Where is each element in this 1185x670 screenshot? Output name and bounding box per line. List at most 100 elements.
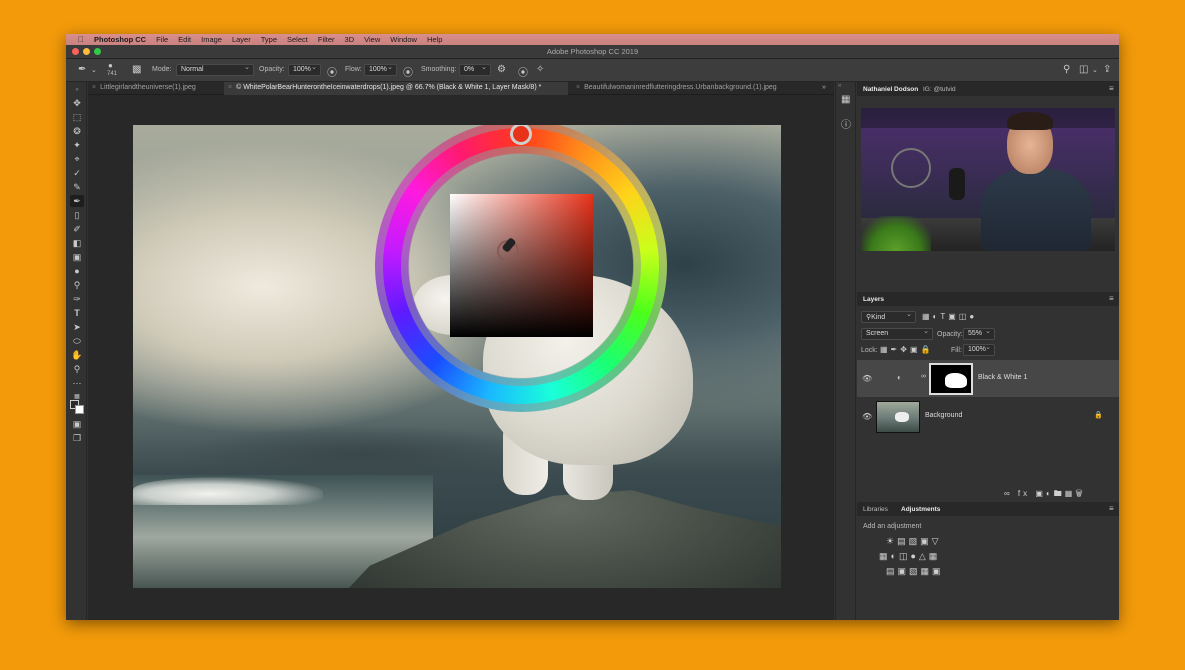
tab-layers[interactable]: Layers [863,296,884,303]
tab-adjustments[interactable]: Adjustments [901,506,940,513]
history-brush-tool-icon[interactable]: ✐ [70,223,84,235]
healing-brush-tool-icon[interactable]: ✎ [70,181,84,193]
panel-expand-icon[interactable]: « [838,83,841,89]
webcam-bicycle [891,148,931,188]
layer-mask-thumbnail[interactable] [929,363,973,395]
hand-tool-icon[interactable]: ✋ [70,349,84,361]
path-selection-tool-icon[interactable]: ➤ [70,321,84,333]
tab-littlegirl[interactable]: × Littlegirlandtheuniverse(1).jpeg [88,82,224,95]
background-color-swatch[interactable] [75,405,84,414]
tab-polar-bear[interactable]: × © WhitePolarBearHunterontheIceinwaterdr… [224,82,568,95]
close-tab-icon[interactable]: × [92,84,96,91]
layer-row-black-white[interactable]: 👁 ◐ ∞ Black & White 1 [857,360,1119,397]
quick-mask-icon[interactable]: ▣ [70,418,84,430]
tab-woman-red-dress[interactable]: × Beautifulwomaninredflutteringdress.Urba… [572,82,812,95]
menu-image[interactable]: Image [201,35,222,44]
close-tab-icon[interactable]: × [576,84,580,91]
app-menu[interactable]: Photoshop CC [94,35,146,44]
more-tabs-icon[interactable]: » [822,82,834,95]
workspace-chevron-icon[interactable]: ⌄ [1092,66,1098,74]
menu-help[interactable]: Help [427,35,442,44]
menu-window[interactable]: Window [390,35,417,44]
shape-tool-icon[interactable]: ⬭ [70,335,84,347]
layer-filter-icons[interactable]: ▦◐T▣◫● [922,312,977,321]
adjustment-icons-row-1[interactable]: ☀▤▧▣▽ [886,536,942,547]
marquee-tool-icon[interactable]: ⬚ [70,111,84,123]
screen-mode-icon[interactable]: ❐ [70,432,84,444]
adjustment-icons-row-2[interactable]: ▦◐◫●△▦ [879,551,940,562]
visibility-eye-icon[interactable]: 👁 [862,374,872,383]
brush-settings-icon[interactable]: ▩ [132,64,141,75]
zoom-tool-icon[interactable]: ⚲ [70,363,84,375]
layer-filter-dropdown[interactable]: ⚲Kind [861,310,916,323]
pressure-size-icon[interactable]: ⦿ [518,64,528,79]
tab-ig-tutvid[interactable]: IG: @tutvid [923,86,956,93]
panel-menu-icon[interactable]: ≡ [1109,84,1114,93]
pressure-opacity-icon[interactable]: ⦿ [327,64,337,79]
chain-link-icon[interactable]: ∞ [921,373,926,380]
eyedropper-tool-icon[interactable]: ✓ [70,167,84,179]
eraser-tool-icon[interactable]: ◧ [70,237,84,249]
smoothing-field[interactable]: 0% [459,63,491,76]
gear-icon[interactable]: ⚙ [497,64,506,75]
menu-view[interactable]: View [364,35,380,44]
workspace-icon[interactable]: ◫ [1079,64,1088,75]
lasso-tool-icon[interactable]: ❂ [70,125,84,137]
menu-3d[interactable]: 3D [345,35,355,44]
info-icon[interactable]: ⓘ [841,116,851,131]
panel-collapse-icon[interactable]: » [70,84,84,96]
layer-name[interactable]: Black & White 1 [978,374,1027,381]
webcam-feed [861,108,1115,251]
chevron-down-icon[interactable]: ⌄ [91,66,97,74]
adjustments-panel-header [857,502,1119,516]
adjustments-panel-menu-icon[interactable]: ≡ [1109,504,1114,513]
clone-stamp-tool-icon[interactable]: ▯ [70,209,84,221]
pen-tool-icon[interactable]: ✑ [70,293,84,305]
layers-panel-menu-icon[interactable]: ≡ [1109,294,1114,303]
crop-tool-icon[interactable]: ⌖ [70,153,84,165]
layer-row-background[interactable]: 👁 Background 🔒 [857,398,1119,435]
menu-layer[interactable]: Layer [232,35,251,44]
layer-name[interactable]: Background [925,412,962,419]
apple-menu-icon[interactable]:  [78,35,84,44]
menu-file[interactable]: File [156,35,168,44]
magic-wand-tool-icon[interactable]: ✦ [70,139,84,151]
airbrush-icon[interactable]: ⦿ [403,64,413,79]
more-tools-icon[interactable]: ⋯ [70,377,84,389]
lock-icons[interactable]: ▦✒✥▣🔒 [880,345,933,354]
fill-label: Fill: [951,347,962,354]
blend-mode-dropdown[interactable]: Screen [861,327,933,340]
tab-nathaniel-dodson[interactable]: Nathaniel Dodson [863,86,918,93]
layer-opacity-field[interactable]: 55% [963,327,995,340]
mode-dropdown[interactable]: Normal [176,63,254,76]
menu-select[interactable]: Select [287,35,308,44]
blur-tool-icon[interactable]: ● [70,265,84,277]
symmetry-icon[interactable]: ✧ [536,64,544,75]
move-tool-icon[interactable]: ✥ [70,97,84,109]
visibility-eye-icon[interactable]: 👁 [862,412,872,421]
image-canvas[interactable] [133,125,781,588]
opacity-field[interactable]: 100% [288,63,321,76]
share-icon[interactable]: ⇪ [1103,64,1111,75]
flow-field[interactable]: 100% [364,63,397,76]
tab-libraries[interactable]: Libraries [863,506,888,513]
document-area [88,95,834,620]
adjustments-panel-icon[interactable]: ▦ [841,94,850,105]
menu-filter[interactable]: Filter [318,35,335,44]
menu-edit[interactable]: Edit [178,35,191,44]
gradient-tool-icon[interactable]: ▣ [70,251,84,263]
saturation-brightness-square[interactable] [450,194,593,337]
color-picker-cursor[interactable] [497,240,519,262]
brush-preset-icon[interactable]: ● [108,61,113,70]
dodge-tool-icon[interactable]: ⚲ [70,279,84,291]
type-tool-icon[interactable]: T [70,307,84,319]
brush-tool-active-icon[interactable]: ✒ [70,195,84,207]
adjustment-icons-row-3[interactable]: ▤▣▧▦▣ [886,566,944,577]
background-layer-thumbnail[interactable] [876,401,920,433]
fill-field[interactable]: 100% [963,343,995,356]
search-icon[interactable]: ⚲ [1063,64,1070,75]
close-tab-icon[interactable]: × [228,84,232,91]
brush-tool-icon[interactable]: ✒ [78,64,86,75]
menu-type[interactable]: Type [261,35,277,44]
layers-footer-icons[interactable]: ∞ fx ▣◐🖿▦🗑 [1004,488,1086,502]
